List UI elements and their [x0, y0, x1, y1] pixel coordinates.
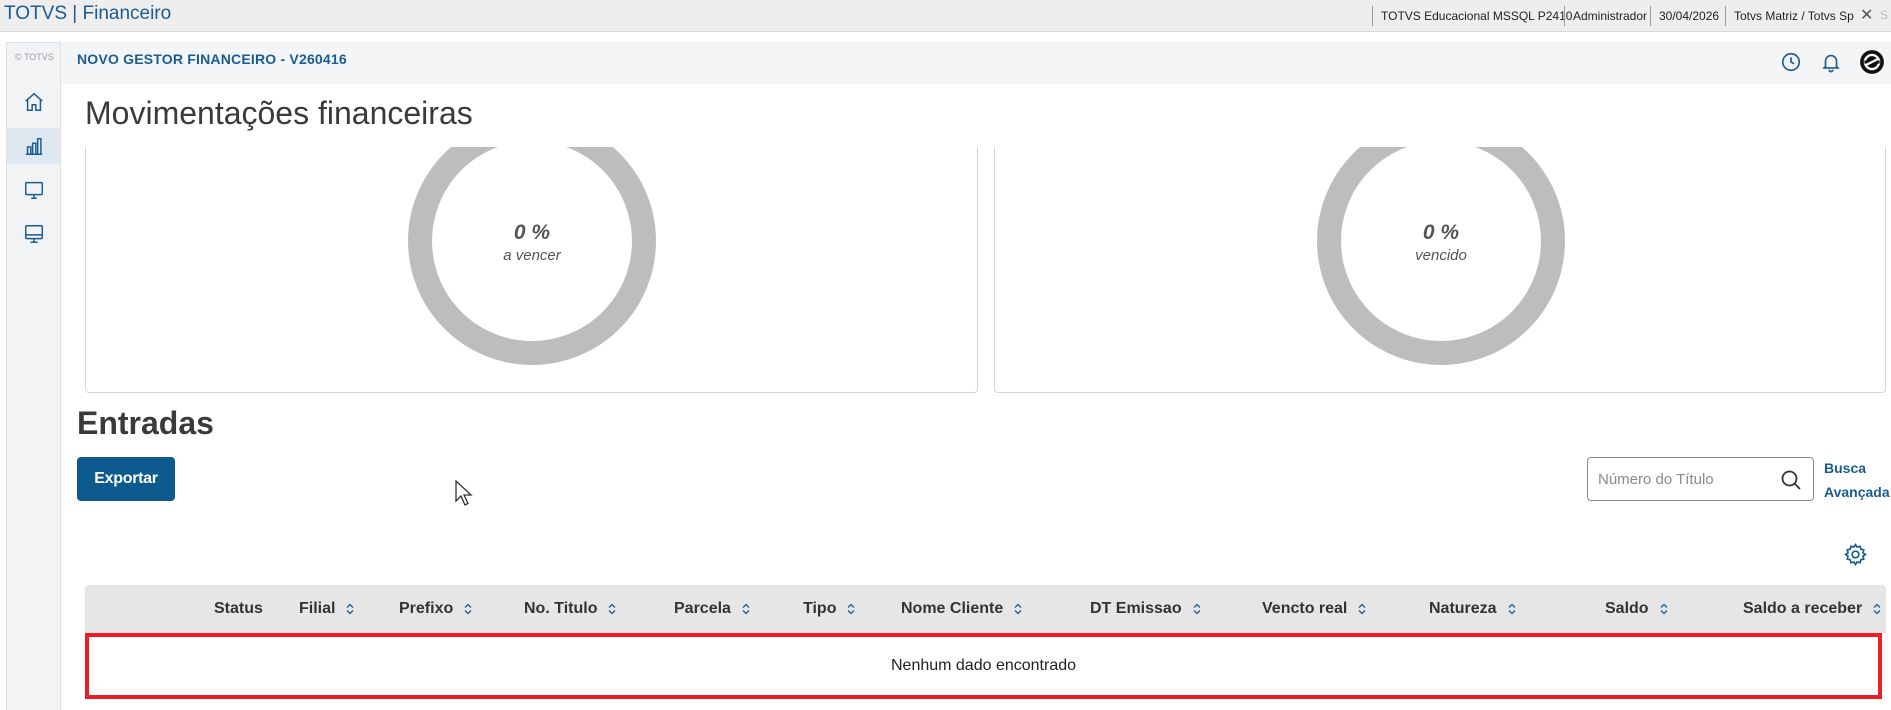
mouse-cursor-icon [455, 480, 473, 506]
column-label: Parcela [674, 600, 731, 617]
titlebar-trailing-text: S [1880, 8, 1889, 22]
column-label: Vencto real [1262, 600, 1348, 617]
column-header-no-titulo[interactable]: No. Titulo [524, 600, 616, 618]
chart-card-vencido: 0 % vencido [994, 147, 1886, 393]
advanced-search-link[interactable]: Busca Avançada [1824, 456, 1890, 504]
column-header-filial[interactable]: Filial [299, 600, 354, 618]
donut-percent: 0 % [1422, 221, 1460, 244]
column-header-prefixo[interactable]: Prefixo [399, 600, 472, 618]
sort-icon [464, 603, 472, 615]
history-button[interactable] [1777, 48, 1805, 76]
sort-icon [1873, 603, 1881, 615]
column-header-dt-emissao[interactable]: DT Emissao [1090, 600, 1201, 618]
desktop-icon [24, 225, 43, 243]
section-title: Entradas [77, 405, 214, 441]
sidebar-item-home[interactable] [7, 84, 60, 120]
donut-label: vencido [1415, 247, 1467, 264]
monitor-icon [24, 181, 43, 199]
sidebar-item-charts[interactable] [7, 128, 60, 164]
sort-icon [346, 603, 354, 615]
empty-message: Nenhum dado encontrado [890, 657, 1077, 674]
column-label: Natureza [1429, 600, 1497, 617]
gear-icon[interactable] [1843, 542, 1868, 567]
donut-percent: 0 % [513, 221, 551, 244]
clock-icon [1781, 52, 1801, 72]
search-icon[interactable] [1779, 468, 1803, 492]
sort-icon [1508, 603, 1516, 615]
search-input[interactable] [1598, 468, 1768, 490]
sort-icon [848, 603, 855, 615]
sort-icon [742, 603, 750, 615]
search-field[interactable] [1587, 457, 1814, 501]
home-icon [24, 92, 43, 111]
column-header-parcela[interactable]: Parcela [674, 600, 750, 618]
module-title: NOVO GESTOR FINANCEIRO - V260416 [77, 51, 347, 67]
column-label: Status [214, 600, 263, 617]
window-titlebar: TOTVS | Financeiro TOTVS Educacional MSS… [0, 0, 1891, 32]
status-user: Administrador [1564, 6, 1647, 26]
donut-chart-vencido: 0 % vencido [1317, 147, 1565, 365]
app-title: TOTVS | Financeiro [4, 3, 172, 24]
column-header-nome-cliente[interactable]: Nome Cliente [901, 600, 1022, 618]
sort-icon [1660, 603, 1668, 615]
status-environment: TOTVS Educacional MSSQL P2410 [1372, 6, 1572, 26]
column-label: No. Titulo [524, 600, 598, 617]
notifications-button[interactable] [1817, 48, 1845, 76]
sort-icon [1193, 603, 1201, 615]
close-button[interactable]: ✕ [1860, 5, 1873, 25]
column-label: DT Emissao [1090, 600, 1182, 617]
sort-icon [1014, 603, 1022, 615]
page-title: Movimentações financeiras [85, 95, 473, 131]
column-header-vencto-real[interactable]: Vencto real [1262, 600, 1366, 618]
column-label: Saldo [1605, 600, 1649, 617]
column-header-saldo[interactable]: Saldo [1605, 600, 1668, 618]
column-header-status[interactable]: Status [214, 600, 263, 618]
column-header-tipo[interactable]: Tipo [803, 600, 855, 618]
profile-button[interactable] [1858, 48, 1886, 76]
donut-chart-a-vencer: 0 % a vencer [408, 147, 656, 365]
sidebar-item-desktop[interactable] [7, 216, 60, 252]
column-label: Tipo [803, 600, 837, 617]
status-date: 30/04/2026 [1650, 6, 1719, 26]
module-header: NOVO GESTOR FINANCEIRO - V260416 [61, 42, 1891, 84]
column-label: Filial [299, 600, 336, 617]
sort-icon [609, 603, 616, 615]
table-header: Status Filial Prefixo No. Titulo Parcela… [85, 585, 1886, 633]
column-header-natureza[interactable]: Natureza [1429, 600, 1516, 618]
totvs-logo-icon [1860, 50, 1884, 74]
sort-icon [1358, 603, 1366, 615]
column-label: Saldo a receber [1743, 600, 1863, 617]
donut-label: a vencer [503, 247, 561, 264]
advanced-search-line1: Busca [1824, 460, 1867, 476]
bell-icon [1822, 54, 1840, 73]
column-label: Prefixo [399, 600, 454, 617]
status-company: Totvs Matriz / Totvs Sp [1725, 6, 1854, 26]
column-label: Nome Cliente [901, 600, 1004, 617]
bar-chart-icon [25, 137, 42, 155]
sidebar-item-monitor[interactable] [7, 172, 60, 208]
sidebar-logo: © TOTVS [15, 52, 54, 62]
chart-card-a-vencer: 0 % a vencer [85, 147, 978, 393]
table-empty-row: Nenhum dado encontrado [85, 633, 1882, 699]
advanced-search-line2: Avançada [1824, 484, 1890, 500]
column-header-saldo-a-receber[interactable]: Saldo a receber [1743, 600, 1881, 618]
sidebar: © TOTVS [6, 42, 61, 710]
export-button[interactable]: Exportar [77, 457, 175, 501]
